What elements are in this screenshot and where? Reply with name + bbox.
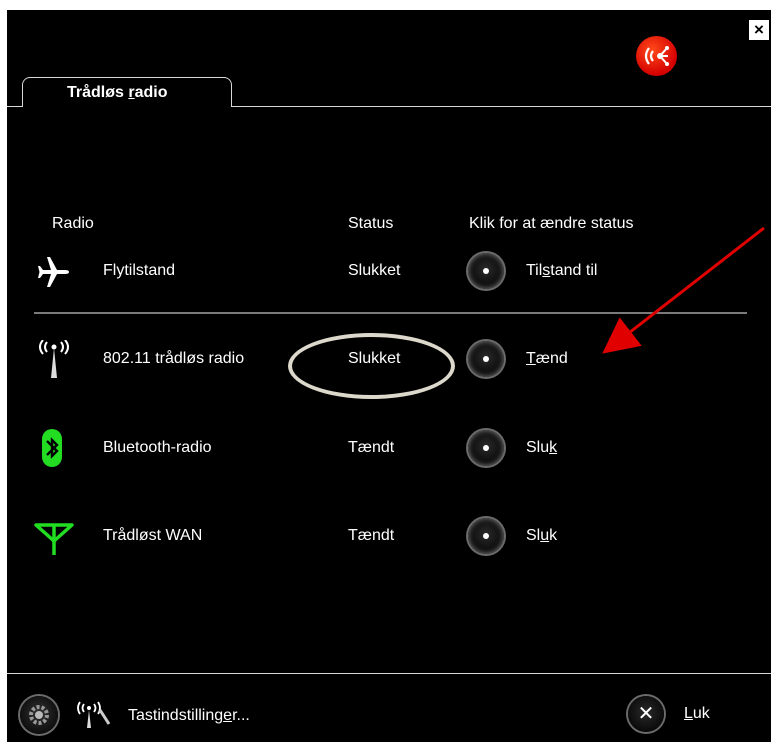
annotation-arrow: [602, 226, 765, 354]
close-text-post: uk: [692, 705, 710, 722]
gear-icon: [29, 705, 49, 725]
close-icon: ✕: [637, 703, 655, 725]
settings-accesskey: e: [223, 707, 233, 724]
gear-settings-button[interactable]: [20, 696, 58, 734]
footer-divider: [7, 673, 771, 674]
settings-text-pre: Tastindstilling: [128, 707, 224, 724]
key-settings-link[interactable]: Tastindstillinger...: [128, 707, 250, 725]
close-link[interactable]: Luk: [684, 705, 710, 723]
close-circle-button[interactable]: ✕: [628, 696, 664, 732]
close-accesskey: L: [684, 705, 693, 722]
settings-text-post: r...: [232, 707, 250, 724]
wireless-radio-window: × Trådløs radio Radio Status Klik for at…: [7, 10, 771, 742]
antenna-settings-icon: [76, 700, 112, 730]
